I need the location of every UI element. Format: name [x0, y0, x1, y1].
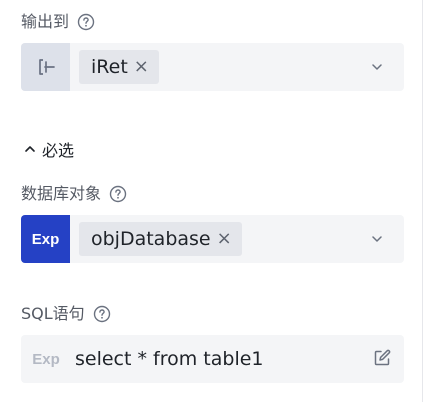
output-field-label: 输出到	[21, 12, 95, 32]
chevron-up-icon	[25, 146, 35, 152]
properties-panel: 输出到 iRet × 必选 数据库对象 Exp objDatabase × SQ…	[0, 0, 423, 402]
sql-input[interactable]: Exp select * from table1	[21, 335, 404, 383]
output-label-text: 输出到	[21, 12, 70, 31]
sql-label-text: SQL语句	[21, 304, 85, 323]
output-prefix[interactable]	[21, 43, 70, 91]
exp-label: Exp	[32, 350, 60, 368]
sql-field-label: SQL语句	[21, 304, 111, 324]
expression-toggle-button[interactable]: Exp	[21, 335, 71, 383]
database-select[interactable]: Exp objDatabase ×	[21, 215, 404, 263]
edit-icon[interactable]	[372, 348, 392, 368]
database-label-text: 数据库对象	[21, 184, 102, 203]
chevron-down-icon[interactable]	[370, 232, 384, 246]
help-icon[interactable]	[77, 13, 95, 31]
tag-label: iRet	[91, 56, 128, 78]
selected-tag: objDatabase ×	[79, 222, 242, 256]
help-icon[interactable]	[93, 305, 111, 323]
tag-label: objDatabase	[91, 228, 211, 250]
section-title: 必选	[42, 141, 75, 160]
tag-remove-icon[interactable]: ×	[217, 230, 232, 248]
help-icon[interactable]	[109, 185, 127, 203]
selected-tag: iRet ×	[79, 50, 159, 84]
sql-value[interactable]: select * from table1	[75, 348, 264, 370]
exp-label: Exp	[31, 230, 60, 248]
database-field-label: 数据库对象	[21, 184, 127, 204]
chevron-down-icon[interactable]	[370, 60, 384, 74]
required-section-toggle[interactable]: 必选	[24, 137, 74, 161]
variable-bracket-icon	[38, 59, 55, 75]
tag-remove-icon[interactable]: ×	[134, 58, 149, 76]
output-select[interactable]: iRet ×	[21, 43, 404, 91]
expression-toggle-button[interactable]: Exp	[21, 215, 70, 263]
